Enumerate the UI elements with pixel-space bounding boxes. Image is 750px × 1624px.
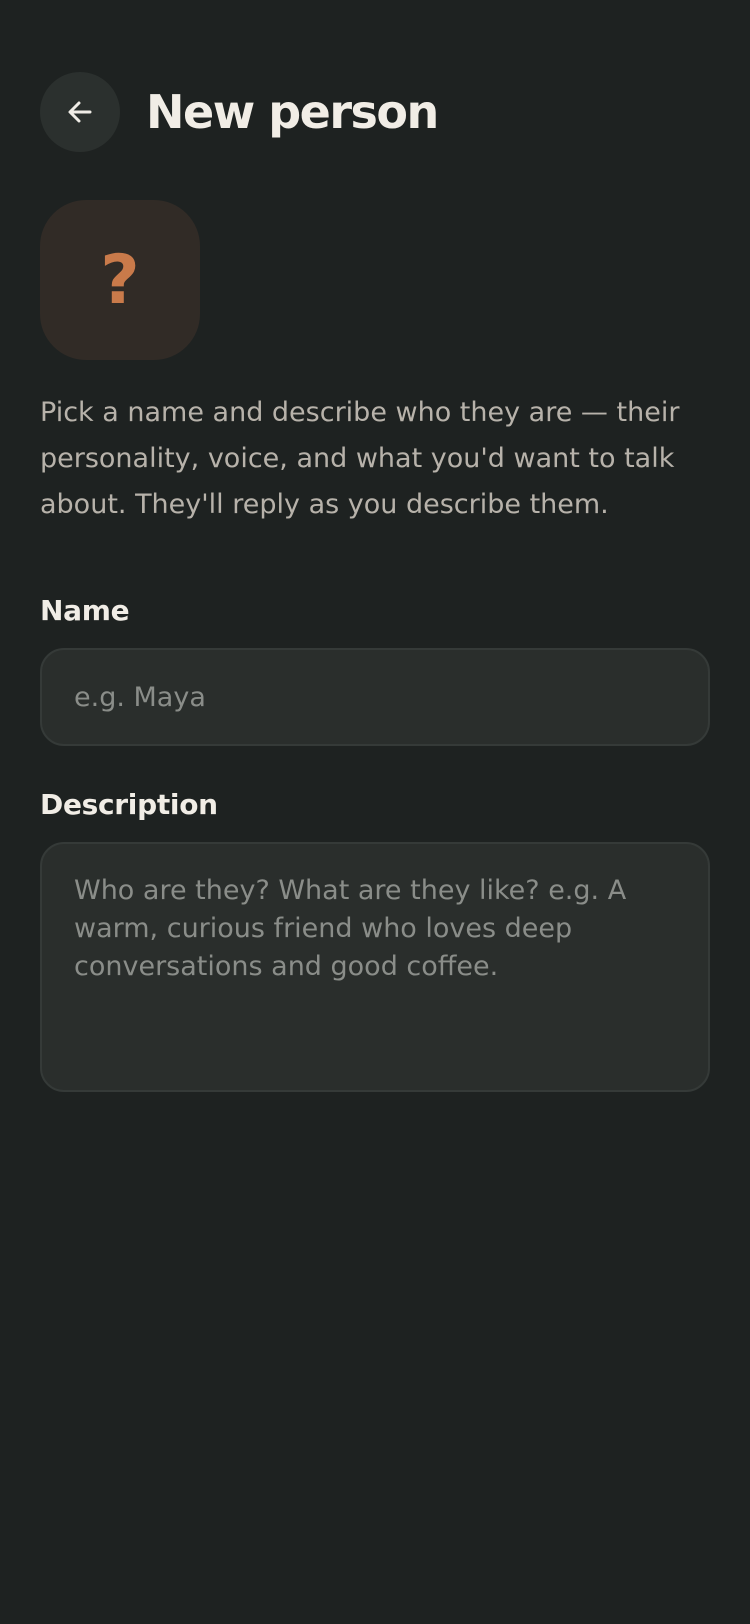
description-textarea[interactable] bbox=[40, 842, 710, 1092]
arrow-left-icon bbox=[68, 101, 92, 123]
new-person-screen: New person ? Pick a name and describe wh… bbox=[0, 0, 750, 1624]
avatar[interactable]: ? bbox=[40, 200, 200, 360]
description-label: Description bbox=[40, 788, 218, 821]
back-button[interactable] bbox=[40, 72, 120, 152]
header: New person bbox=[40, 72, 439, 152]
page-title: New person bbox=[146, 85, 439, 139]
question-mark-icon: ? bbox=[100, 241, 140, 320]
intro-text: Pick a name and describe who they are — … bbox=[40, 397, 680, 520]
name-label: Name bbox=[40, 594, 130, 627]
name-input[interactable] bbox=[40, 648, 710, 746]
